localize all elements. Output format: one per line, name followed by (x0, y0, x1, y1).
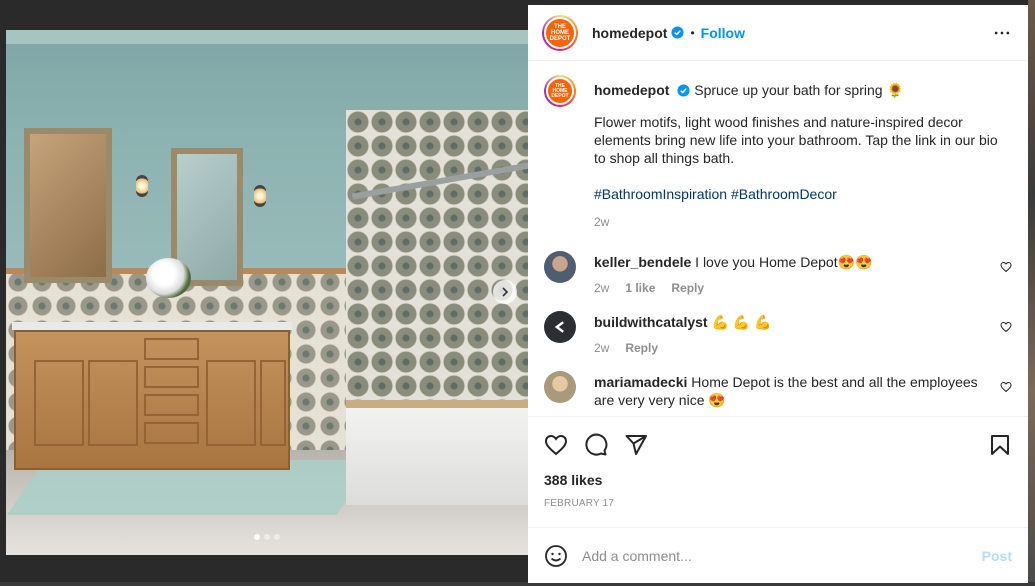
verified-badge-icon (671, 26, 684, 39)
post-caption: THE HOME DEPOT homedepot Spruce up your … (544, 75, 1012, 231)
carousel-dot (264, 534, 270, 540)
comment-meta: 2w 1 like Reply (594, 279, 990, 297)
caption-author-avatar[interactable]: THE HOME DEPOT (544, 75, 576, 107)
carousel-next-button[interactable] (493, 280, 517, 304)
image-vanity-door (206, 360, 256, 446)
image-bathtub (346, 400, 528, 505)
chevron-right-icon (502, 287, 509, 297)
comment-item: buildwithcatalyst 💪 💪 💪 2w Reply (544, 311, 1012, 357)
comment-username[interactable]: buildwithcatalyst (594, 314, 708, 330)
comment-item: mariamadecki Home Depot is the best and … (544, 371, 1012, 409)
comment-time: 2w (594, 341, 610, 355)
verified-badge-icon (677, 84, 690, 97)
image-countertop (12, 322, 292, 330)
caption-handle[interactable]: homedepot (594, 82, 669, 98)
like-count[interactable]: 388 likes (528, 472, 1028, 488)
image-vanity-drawer (144, 338, 199, 360)
post-side-panel: THE HOME DEPOT homedepot • Follow THE HO… (528, 5, 1028, 583)
catalyst-logo-icon (554, 321, 564, 333)
caption-title: Spruce up your bath for spring 🌻 (694, 82, 904, 98)
logo-text: THE HOME DEPOT (551, 82, 569, 99)
comment-item: keller_bendele I love you Home Depot😍😍 2… (544, 251, 1012, 297)
image-sconce-right (254, 185, 266, 207)
comment-like-count[interactable]: 1 like (625, 279, 655, 297)
image-vanity-drawer (144, 366, 199, 388)
image-vanity-drawer (144, 422, 199, 444)
comment-icon[interactable] (584, 433, 608, 457)
caption-body: homedepot Spruce up your bath for spring… (594, 75, 1012, 231)
image-vanity-door (34, 360, 84, 446)
heart-icon[interactable] (544, 433, 568, 457)
author-handle[interactable]: homedepot (592, 25, 667, 41)
image-vanity-door (88, 360, 138, 446)
comment-time: 2w (594, 281, 610, 295)
carousel-dots (254, 534, 280, 540)
post-image[interactable] (6, 30, 528, 555)
comment-body: buildwithcatalyst 💪 💪 💪 2w Reply (594, 311, 990, 357)
image-ceiling (6, 30, 528, 44)
carousel-dot-active (254, 534, 260, 540)
comments-list[interactable]: THE HOME DEPOT homedepot Spruce up your … (528, 61, 1028, 416)
commenter-avatar[interactable] (544, 251, 576, 283)
caption-time: 2w (594, 215, 610, 229)
comment-username[interactable]: mariamadecki (594, 374, 687, 390)
carousel-dot (274, 534, 280, 540)
home-depot-logo: THE HOME DEPOT (544, 16, 576, 49)
heart-icon[interactable] (1000, 321, 1012, 333)
image-sconce-left (136, 175, 148, 197)
commenter-avatar[interactable] (544, 371, 576, 403)
logo-text: THE HOME DEPOT (549, 23, 571, 42)
smiley-icon[interactable] (544, 544, 568, 568)
home-depot-logo: THE HOME DEPOT (546, 77, 574, 105)
caption-text: Flower motifs, light wood finishes and n… (594, 114, 998, 166)
post-comment-button[interactable]: Post (982, 548, 1012, 564)
reply-button[interactable]: Reply (625, 339, 658, 357)
comment-meta: 2w Reply (594, 339, 990, 357)
bookmark-icon[interactable] (988, 433, 1012, 457)
image-mirror-left (24, 128, 112, 283)
follow-button[interactable]: Follow (701, 25, 745, 41)
commenter-avatar[interactable] (544, 311, 576, 343)
caption-meta: 2w (594, 213, 1012, 231)
image-vanity (14, 330, 290, 470)
more-options-button[interactable] (990, 21, 1014, 45)
more-horizontal-icon (994, 31, 1010, 34)
comment-text: I love you Home Depot😍😍 (695, 254, 873, 270)
background-feed-edge (1028, 0, 1035, 586)
image-flowers (146, 258, 191, 298)
comment-input[interactable] (582, 547, 982, 564)
add-comment-bar: Post (528, 527, 1028, 583)
reply-button[interactable]: Reply (671, 279, 704, 297)
author-avatar[interactable]: THE HOME DEPOT (542, 14, 578, 51)
heart-icon[interactable] (1000, 381, 1012, 393)
post-date[interactable]: FEBRUARY 17 (528, 498, 1028, 509)
separator-dot: • (690, 25, 695, 40)
comment-username[interactable]: keller_bendele (594, 254, 691, 270)
comment-body: mariamadecki Home Depot is the best and … (594, 371, 990, 409)
comment-body: keller_bendele I love you Home Depot😍😍 2… (594, 251, 990, 297)
comment-text: 💪 💪 💪 (711, 314, 772, 330)
caption-hashtags[interactable]: #BathroomInspiration #BathroomDecor (594, 185, 1012, 203)
image-vanity-door (260, 360, 286, 446)
image-vanity-drawer (144, 394, 199, 416)
post-header: THE HOME DEPOT homedepot • Follow (528, 5, 1028, 61)
post-actions (528, 416, 1028, 472)
heart-icon[interactable] (1000, 261, 1012, 273)
send-icon[interactable] (624, 433, 648, 457)
